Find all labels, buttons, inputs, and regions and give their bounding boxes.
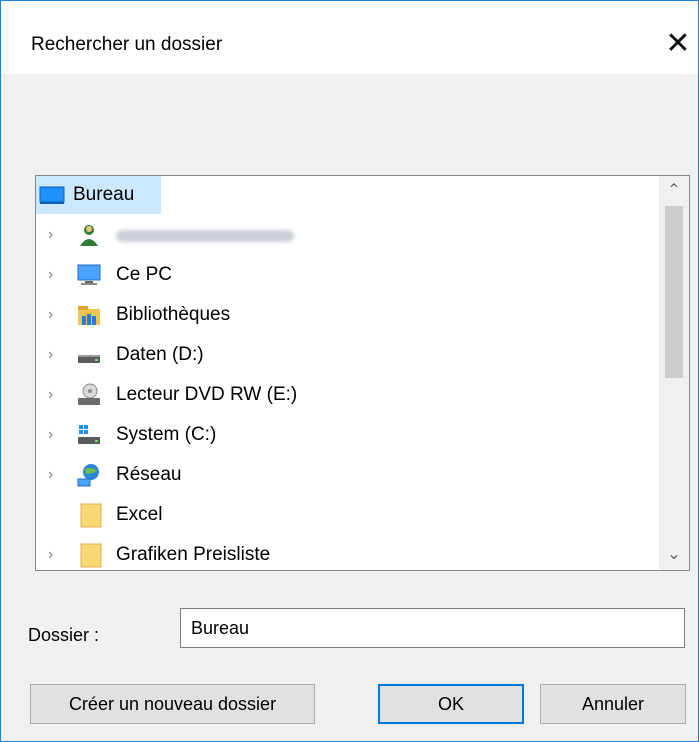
chevron-right-icon[interactable]: › [48,466,62,484]
network-icon [77,464,99,487]
tree-item-reseau[interactable]: › Réseau [36,456,656,494]
computer-icon [77,264,101,285]
tree-item-label: Bibliothèques [116,304,231,325]
scroll-down-icon[interactable]: ⌄ [659,540,689,570]
vertical-scrollbar[interactable]: ⌃ ⌄ [659,176,689,570]
tree-item-label: Grafiken Preisliste [116,544,271,565]
title-bar: Rechercher un dossier ✕ [1,1,698,74]
chevron-right-icon[interactable]: › [48,386,62,404]
new-folder-button[interactable]: Créer un nouveau dossier [30,684,315,724]
drive-icon [78,355,100,363]
folder-input[interactable] [180,608,685,648]
browse-folder-dialog: Rechercher un dossier ✕ Bureau › › Ce PC… [0,0,699,742]
tree-item-bureau[interactable]: Bureau [36,176,656,214]
system-drive-icon [78,425,100,444]
folder-icon [80,503,102,528]
scroll-up-icon[interactable]: ⌃ [659,176,689,206]
redacted-username [116,230,294,242]
tree-item-bibliotheques[interactable]: › Bibliothèques [36,296,656,334]
tree-item-label: Bureau [73,184,135,205]
chevron-right-icon[interactable]: › [48,346,62,364]
tree-item-label: Réseau [116,464,182,485]
folder-tree[interactable]: Bureau › › Ce PC › Bibliothèques › Daten… [35,175,690,571]
folder-icon [80,543,102,568]
cancel-button[interactable]: Annuler [540,684,686,724]
close-icon[interactable]: ✕ [661,27,695,61]
tree-item-label: Ce PC [116,264,172,285]
libraries-icon [78,306,100,325]
chevron-right-icon[interactable]: › [48,226,62,244]
dialog-title: Rechercher un dossier [31,34,223,55]
tree-item-daten[interactable]: › Daten (D:) [36,336,656,374]
user-icon [80,225,98,246]
tree-item-label: Lecteur DVD RW (E:) [116,384,298,405]
desktop-icon [39,186,65,204]
chevron-right-icon[interactable]: › [48,266,62,284]
chevron-right-icon[interactable]: › [48,426,62,444]
tree-item-ce-pc[interactable]: › Ce PC [36,256,656,294]
tree-item-label: System (C:) [116,424,217,445]
tree-item-user[interactable]: › [36,216,656,254]
tree-item-dvd[interactable]: › Lecteur DVD RW (E:) [36,376,656,414]
tree-item-label: Excel [116,504,163,525]
tree-item-excel[interactable]: Excel [36,496,656,534]
tree-item-grafiken-preisliste[interactable]: › Grafiken Preisliste [36,536,656,570]
scrollbar-thumb[interactable] [665,206,683,378]
tree-item-label: Daten (D:) [116,344,204,365]
chevron-right-icon[interactable]: › [48,306,62,324]
ok-button[interactable]: OK [378,684,524,724]
chevron-right-icon[interactable]: › [48,546,62,564]
folder-label: Dossier : [28,625,100,645]
tree-item-system[interactable]: › System (C:) [36,416,656,454]
dvd-drive-icon [78,383,100,405]
